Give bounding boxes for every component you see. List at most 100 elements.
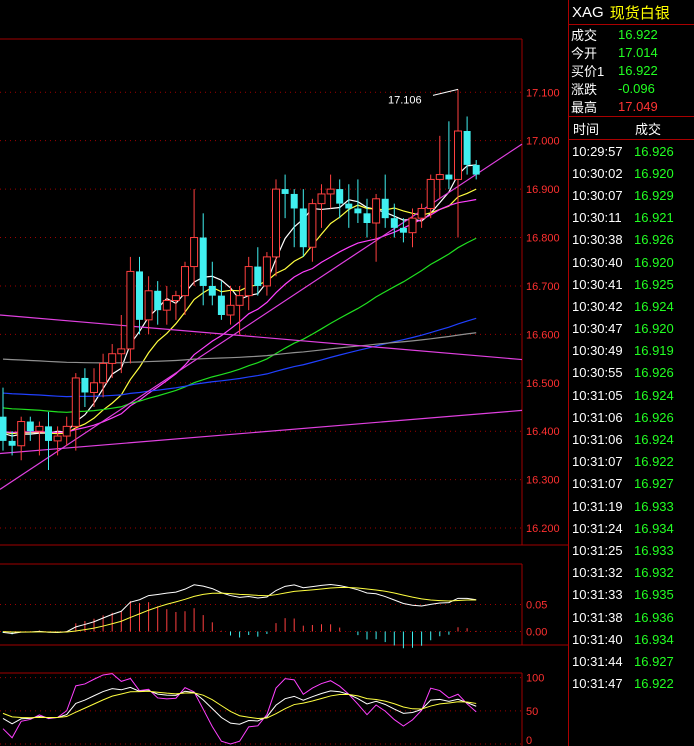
trade-price: 16.927 — [634, 476, 674, 492]
symbol-header: XAG 现货白银 — [569, 0, 694, 25]
candle-body — [62, 425, 71, 437]
trade-price: 16.936 — [634, 609, 674, 625]
trade-price: 16.933 — [634, 542, 674, 558]
trade-time: 10:31:47 — [572, 676, 623, 692]
trade-price: 16.926 — [634, 365, 674, 381]
trade-row[interactable]: 10:30:40 16.920 — [569, 251, 694, 273]
trade-time: 10:31:38 — [572, 609, 623, 625]
trade-row[interactable]: 10:31:47 16.922 — [569, 673, 694, 695]
trade-row[interactable]: 10:31:06 16.926 — [569, 406, 694, 428]
quote-label: 今开 — [571, 45, 598, 61]
symbol-code: XAG — [572, 3, 604, 21]
trade-row[interactable]: 10:31:06 16.924 — [569, 428, 694, 450]
quote-value: 16.922 — [618, 62, 658, 78]
y-tick-label: 16.700 — [526, 281, 560, 293]
quote-row-bid: 买价1 16.922 — [569, 61, 694, 79]
candle-body — [108, 353, 117, 364]
y-tick-label: 0 — [526, 735, 532, 746]
trades-price-header: 成交 — [635, 121, 662, 137]
symbol-name: 现货白银 — [609, 4, 670, 22]
trade-price: 16.926 — [634, 232, 674, 248]
candle-body — [171, 295, 180, 301]
trade-row[interactable]: 10:31:07 16.922 — [569, 451, 694, 473]
candle-body — [472, 164, 480, 175]
y-tick-label: 16.400 — [526, 426, 560, 438]
y-tick-label: 0.05 — [526, 600, 547, 612]
chart-area[interactable]: 17.100 17.000 16.900 16.800 16.700 16.600 16.5… — [0, 0, 568, 746]
trade-row[interactable]: 10:30:49 16.919 — [569, 340, 694, 362]
trade-row[interactable]: 10:31:05 16.924 — [569, 384, 694, 406]
trade-row[interactable]: 10:31:25 16.933 — [569, 539, 694, 561]
candle-body — [26, 421, 34, 432]
quote-panel: XAG 现货白银 成交 16.922 今开 17.014 买价1 16.922 … — [568, 0, 694, 746]
trade-row[interactable]: 10:31:24 16.934 — [569, 517, 694, 539]
trade-row[interactable]: 10:30:11 16.921 — [569, 207, 694, 229]
candle-body — [463, 131, 471, 165]
trade-row[interactable]: 10:30:07 16.929 — [569, 184, 694, 206]
candle-body — [345, 203, 353, 209]
trade-row[interactable]: 10:30:02 16.920 — [569, 162, 694, 184]
trade-row[interactable]: 10:31:32 16.932 — [569, 562, 694, 584]
candle-body — [0, 416, 7, 441]
quote-row-change: 涨跌 -0.096 — [569, 79, 694, 97]
candle-body — [90, 382, 98, 393]
trade-time: 10:30:55 — [572, 365, 623, 381]
trade-time: 10:31:06 — [572, 432, 623, 448]
candle-body — [308, 203, 317, 248]
quote-label: 最高 — [571, 99, 598, 115]
trade-row[interactable]: 10:30:47 16.920 — [569, 318, 694, 340]
trades-list[interactable]: 10:29:57 16.926 10:30:02 16.920 10:30:07 16.9… — [569, 140, 694, 695]
trade-price: 16.924 — [634, 298, 674, 314]
trade-row[interactable]: 10:30:55 16.926 — [569, 362, 694, 384]
candle-body — [254, 266, 262, 286]
trade-time: 10:30:02 — [572, 165, 623, 181]
candle-body — [226, 304, 235, 316]
quote-row-last: 成交 16.922 — [569, 25, 694, 43]
y-tick-label: 16.900 — [526, 184, 560, 196]
candle-body — [426, 178, 435, 209]
trade-time: 10:31:19 — [572, 498, 623, 514]
candle-body — [154, 290, 162, 311]
trade-row[interactable]: 10:31:38 16.936 — [569, 606, 694, 628]
trade-row[interactable]: 10:29:57 16.926 — [569, 140, 694, 162]
trade-time: 10:31:07 — [572, 454, 623, 470]
candle-body — [435, 174, 444, 180]
trade-time: 10:31:25 — [572, 542, 623, 558]
trade-price: 16.921 — [634, 210, 674, 226]
trade-row[interactable]: 10:31:44 16.927 — [569, 650, 694, 672]
candle-body — [235, 295, 244, 306]
trade-time: 10:29:57 — [572, 143, 623, 159]
trade-price: 16.924 — [634, 387, 674, 403]
trade-row[interactable]: 10:31:07 16.927 — [569, 473, 694, 495]
quote-value: 17.014 — [618, 44, 658, 60]
trade-row[interactable]: 10:31:19 16.933 — [569, 495, 694, 517]
trade-row[interactable]: 10:30:41 16.925 — [569, 273, 694, 295]
candle-body — [99, 362, 108, 384]
quote-row-open: 今开 17.014 — [569, 43, 694, 61]
trade-time: 10:31:44 — [572, 653, 623, 669]
trade-row[interactable]: 10:30:42 16.924 — [569, 295, 694, 317]
candle-body — [336, 189, 344, 204]
candle-body — [381, 198, 389, 219]
trade-price: 16.934 — [634, 520, 674, 536]
trade-price: 16.927 — [634, 653, 674, 669]
trade-price: 16.925 — [634, 276, 674, 292]
candle-body — [199, 237, 207, 286]
candle-body — [399, 227, 407, 233]
trade-price: 16.932 — [634, 565, 674, 581]
candle-body — [408, 217, 417, 234]
trade-row[interactable]: 10:31:40 16.934 — [569, 628, 694, 650]
y-tick-label: 50 — [526, 706, 538, 718]
y-tick-label: 17.100 — [526, 87, 560, 99]
candle-body — [217, 295, 225, 315]
candle-body — [454, 130, 462, 180]
candle-body — [417, 207, 426, 219]
trade-time: 10:31:06 — [572, 409, 623, 425]
high-label: 17.106 — [388, 94, 422, 106]
candle-body — [390, 218, 398, 228]
candle-body — [354, 208, 362, 214]
candle-body — [262, 256, 271, 287]
trade-row[interactable]: 10:31:33 16.935 — [569, 584, 694, 606]
trade-price: 16.922 — [634, 676, 674, 692]
trade-row[interactable]: 10:30:38 16.926 — [569, 229, 694, 251]
